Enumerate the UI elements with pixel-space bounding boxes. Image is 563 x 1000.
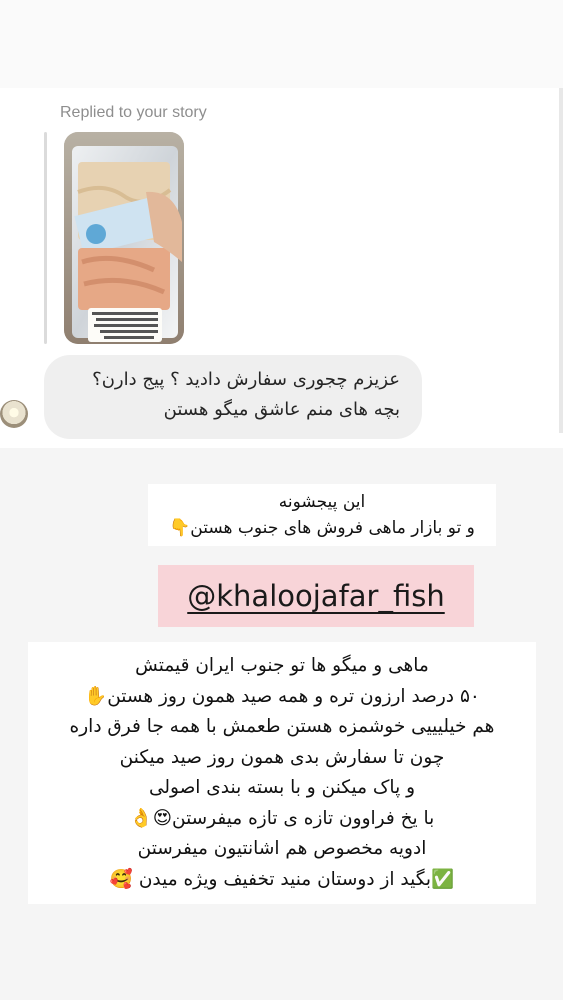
- story-thumbnail[interactable]: [64, 132, 184, 344]
- sender-avatar[interactable]: [0, 400, 28, 428]
- dm-message-card: Replied to your story عزیزم چجوری سفارش …: [0, 88, 563, 448]
- box1-line-1: این پیجشونه: [278, 492, 366, 512]
- message-bubble[interactable]: عزیزم چجوری سفارش دادید ؟ پیج دارن؟ بچه …: [44, 355, 422, 439]
- instagram-handle-tag[interactable]: @khaloojafar_fish: [158, 565, 474, 627]
- card-edge: [559, 88, 563, 433]
- box2-line-6: با یخ فراوون تازه ی تازه میفرستن😍👌: [129, 807, 435, 829]
- handle-text[interactable]: @khaloojafar_fish: [158, 579, 474, 613]
- box2-line-2: ۵۰ درصد ارزون تره و همه صید همون روز هست…: [84, 685, 480, 707]
- reply-indicator-bar: [44, 132, 47, 344]
- box2-line-1: ماهی و میگو ها تو جنوب ایران قیمتش: [135, 655, 429, 676]
- top-blank-area: [0, 0, 563, 88]
- message-line-1: عزیزم چجوری سفارش دادید ؟ پیج دارن؟: [92, 369, 400, 390]
- box2-line-8: ✅بگید از دوستان منید تخفیف ویژه میدن 🥰: [109, 868, 455, 890]
- box2-line-5: و پاک میکنن و با بسته بندی اصولی: [148, 777, 416, 798]
- replied-to-story-label: Replied to your story: [60, 104, 207, 121]
- box2-line-4: چون تا سفارش بدی همون روز صید میکنن: [119, 746, 445, 768]
- story-text-box-description: ماهی و میگو ها تو جنوب ایران قیمتش ۵۰ در…: [28, 642, 536, 904]
- box1-line-2: و تو بازار ماهی فروش های جنوب هستن👇: [169, 518, 475, 538]
- message-line-2: بچه های منم عاشق میگو هستن: [163, 399, 400, 420]
- box2-line-3: هم خیلیییی خوشمزه هستن طعمش با همه جا فر…: [69, 716, 495, 737]
- box2-line-7: ادویه مخصوص هم اشانتیون میفرستن: [137, 838, 427, 859]
- story-text-box-page-info: این پیجشونه و تو بازار ماهی فروش های جنو…: [148, 484, 496, 546]
